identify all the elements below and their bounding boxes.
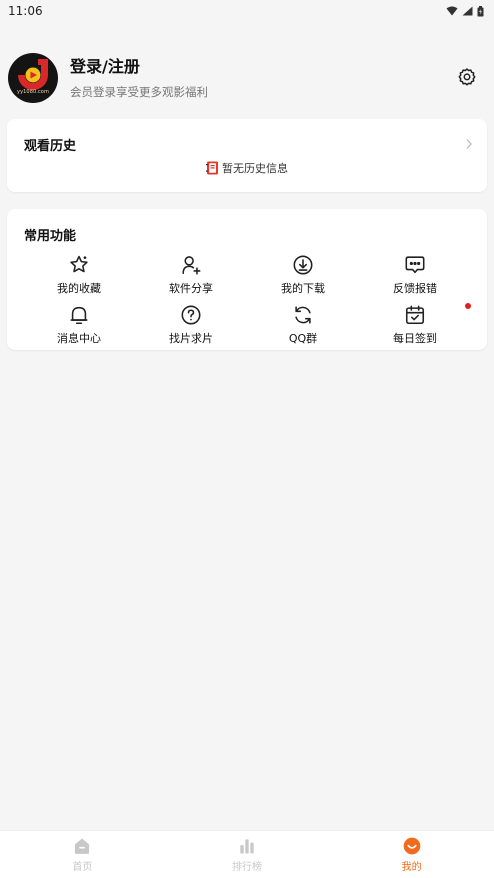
nav-home-label: 首页 (72, 862, 93, 873)
share-app-label: 软件分享 (169, 282, 213, 295)
home-icon (75, 838, 90, 854)
share-app-button[interactable]: 软件分享 (135, 253, 247, 303)
help-icon (179, 303, 203, 327)
battery-icon (477, 5, 484, 16)
avatar[interactable]: yy1080.com (8, 53, 58, 103)
feedback-label: 反馈报错 (393, 282, 437, 295)
message-center-label: 消息中心 (57, 332, 101, 345)
download-icon (291, 253, 315, 277)
history-empty-text: 暂无历史信息 (222, 162, 288, 175)
history-empty-state: 暂无历史信息 (7, 160, 487, 176)
profile-header[interactable]: yy1080.com 登录/注册 会员登录享受更多观影福利 (8, 52, 486, 104)
request-movie-label: 找片求片 (169, 332, 213, 345)
profile-text: 登录/注册 会员登录享受更多观影福利 (70, 56, 208, 100)
avatar-caption: yy1080.com (17, 89, 49, 95)
message-center-button[interactable]: 消息中心 (23, 303, 135, 353)
calendar-check-icon (403, 303, 427, 327)
status-icons (446, 5, 484, 17)
feedback-button[interactable]: 反馈报错 (359, 253, 471, 309)
bell-icon (67, 303, 91, 327)
refresh-icon (291, 303, 315, 327)
common-functions-title: 常用功能 (24, 229, 77, 244)
app-logo-icon (18, 59, 48, 90)
watch-history-card[interactable]: 观看历史 暂无历史信息 (7, 119, 487, 192)
gear-icon (458, 68, 476, 86)
settings-button[interactable] (456, 66, 478, 88)
function-grid: 我的收藏 软件分享 我的下载 反馈报错 消息中心 找片求片 QQ群 每日签到 (23, 253, 471, 353)
star-icon (67, 253, 91, 277)
signal-icon (462, 6, 473, 16)
status-time: 11:06 (8, 4, 43, 18)
message-icon (403, 253, 427, 277)
nav-mine[interactable]: 我的 (329, 831, 494, 878)
wifi-icon (446, 6, 458, 16)
favorites-label: 我的收藏 (57, 282, 101, 295)
favorites-button[interactable]: 我的收藏 (23, 253, 135, 303)
downloads-label: 我的下载 (281, 282, 325, 295)
nav-ranking[interactable]: 排行榜 (165, 831, 330, 878)
notebook-icon (206, 161, 218, 175)
watch-history-title: 观看历史 (24, 139, 77, 154)
login-register-link[interactable]: 登录/注册 (70, 56, 208, 78)
qq-group-button[interactable]: QQ群 (247, 303, 359, 353)
nav-ranking-label: 排行榜 (232, 862, 262, 873)
nav-home[interactable]: 首页 (0, 831, 165, 878)
common-functions-card: 常用功能 我的收藏 软件分享 我的下载 反馈报错 消息中心 找片求片 QQ群 每… (7, 209, 487, 350)
smile-icon (403, 837, 421, 855)
bottom-nav: 首页 排行榜 我的 (0, 830, 494, 878)
daily-checkin-label: 每日签到 (393, 332, 437, 345)
daily-checkin-button[interactable]: 每日签到 (359, 303, 471, 353)
bar-chart-icon (240, 839, 254, 854)
chevron-right-icon[interactable] (465, 138, 473, 150)
user-add-icon (179, 253, 203, 277)
nav-mine-label: 我的 (401, 862, 422, 873)
login-subtitle: 会员登录享受更多观影福利 (70, 85, 208, 99)
status-bar: 11:06 (0, 0, 494, 22)
downloads-button[interactable]: 我的下载 (247, 253, 359, 303)
request-movie-button[interactable]: 找片求片 (135, 303, 247, 353)
qq-group-label: QQ群 (288, 332, 318, 345)
